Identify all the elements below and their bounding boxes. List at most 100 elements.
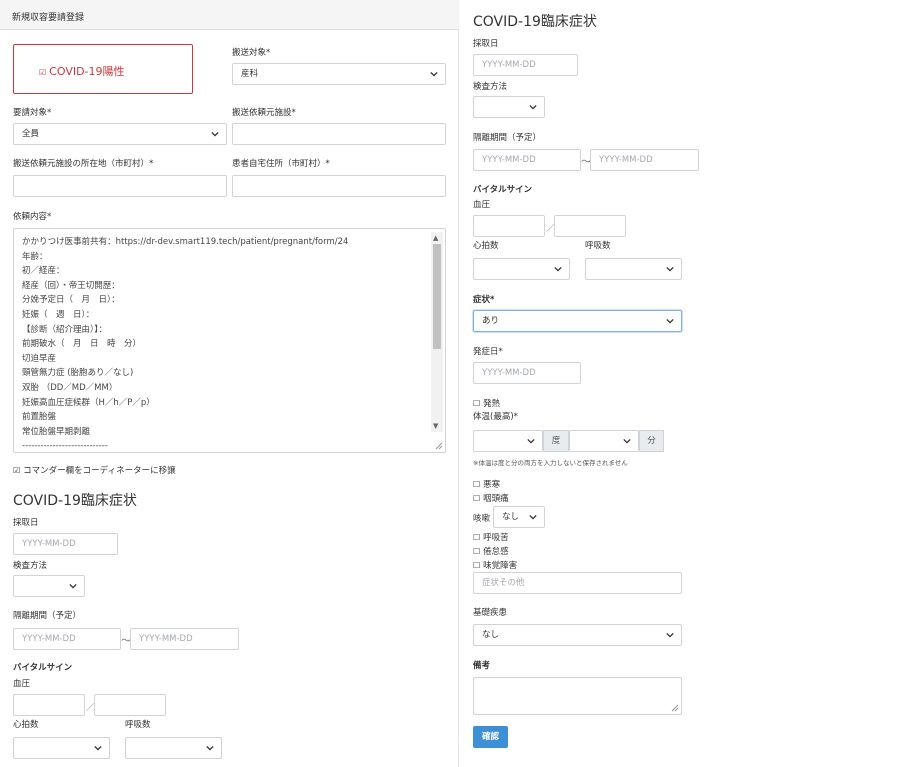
- confirm-button[interactable]: 確認: [473, 726, 508, 748]
- request-content-line: 初／経産：: [22, 266, 65, 277]
- throat-pain-label: 咽頭痛: [483, 494, 509, 504]
- chevron-down-icon: [94, 745, 102, 751]
- chevron-down-icon: [623, 438, 631, 444]
- origin-facility-label: 搬送依頼元施設*: [232, 108, 296, 118]
- taste-disorder-checkbox[interactable]: ☐ 味覚障害: [473, 559, 517, 571]
- checkbox-checked-icon: ☑: [39, 68, 47, 77]
- scroll-up-icon[interactable]: ▲: [433, 234, 438, 242]
- blood-pressure-label-right: 血圧: [473, 200, 491, 210]
- commander-move-checkbox[interactable]: ☑ コマンダー欄をコーディネーターに移譲: [13, 464, 176, 476]
- collection-date-input[interactable]: YYYY-MM-DD: [13, 533, 118, 555]
- cough-select[interactable]: なし: [493, 506, 545, 528]
- symptoms-label: 症状*: [473, 295, 495, 305]
- temp-minute-select[interactable]: [569, 430, 639, 452]
- resize-handle-icon[interactable]: [669, 702, 679, 712]
- fatigue-checkbox[interactable]: ☐ 倦怠感: [473, 545, 509, 557]
- fatigue-label: 倦怠感: [483, 547, 509, 557]
- isolation-start-input[interactable]: YYYY-MM-DD: [13, 628, 121, 650]
- request-content-line: 常位胎盤早期剥離: [22, 426, 91, 437]
- respiratory-rate-select[interactable]: [125, 737, 222, 759]
- checkbox-unchecked-icon: ☐: [473, 399, 481, 408]
- symptoms-select[interactable]: あり: [473, 310, 682, 332]
- request-content-line: ----------------------------: [22, 441, 108, 452]
- request-content-line: 妊娠（ 週 日）：: [22, 309, 95, 320]
- test-method-select[interactable]: [13, 575, 85, 597]
- scroll-down-icon[interactable]: ▼: [433, 422, 438, 430]
- transport-target-select[interactable]: 産科: [232, 63, 446, 85]
- cough-value: なし: [502, 512, 520, 522]
- request-target-select[interactable]: 全員: [13, 123, 227, 145]
- respiratory-rate-label: 呼吸数: [125, 720, 151, 730]
- underlying-disease-select[interactable]: なし: [473, 624, 682, 646]
- registration-panel: 新規収容要請登録 ☑ COVID-19陽性 搬送対象* 産科 要請対象* 全員 搬…: [0, 0, 459, 767]
- bp-diastolic-input[interactable]: [94, 694, 166, 716]
- isolation-start-input-right[interactable]: YYYY-MM-DD: [473, 149, 581, 171]
- other-symptoms-input[interactable]: 症状その他: [473, 572, 682, 594]
- body-temp-label: 体温(最高)*: [473, 412, 518, 422]
- heart-rate-label-right: 心拍数: [473, 241, 499, 251]
- isolation-period-label: 隔離期間（予定）: [13, 611, 82, 621]
- patient-address-label: 患者自宅住所（市町村）*: [232, 159, 330, 169]
- heart-rate-select-right[interactable]: [473, 258, 570, 280]
- resize-handle-icon[interactable]: [433, 440, 443, 450]
- onset-date-input[interactable]: YYYY-MM-DD: [473, 362, 581, 384]
- chevron-down-icon: [666, 632, 674, 638]
- origin-location-input[interactable]: [13, 175, 227, 197]
- heart-rate-select[interactable]: [13, 737, 110, 759]
- request-content-line: 年齢：: [22, 251, 48, 262]
- request-content-line: かかりつけ医事前共有：https://dr-dev.smart119.tech/…: [22, 237, 349, 247]
- checkbox-unchecked-icon: ☐: [473, 494, 481, 503]
- checkbox-checked-icon: ☑: [13, 466, 21, 475]
- fever-checkbox[interactable]: ☐ 発熱: [473, 397, 500, 409]
- collection-date-label-right: 採取日: [473, 39, 499, 49]
- isolation-end-input[interactable]: YYYY-MM-DD: [130, 628, 239, 650]
- covid-positive-checkbox[interactable]: ☑ COVID-19陽性: [39, 63, 125, 79]
- chevron-down-icon: [527, 438, 535, 444]
- transport-target-value: 産科: [241, 69, 259, 79]
- vitals-label-right: バイタルサイン: [473, 185, 533, 195]
- checkbox-unchecked-icon: ☐: [473, 547, 481, 556]
- scrollbar-thumb[interactable]: [433, 244, 441, 349]
- underlying-disease-label: 基礎疾患: [473, 608, 508, 618]
- request-content-line: 双胎 （DD／MD／MM）: [22, 382, 118, 393]
- panel-header: 新規収容要請登録: [0, 0, 459, 30]
- chevron-down-icon: [554, 266, 562, 272]
- chills-checkbox[interactable]: ☐ 悪寒: [473, 478, 500, 490]
- dyspnea-label: 呼吸苦: [483, 533, 509, 543]
- cough-label: 咳嗽: [473, 514, 491, 524]
- remarks-textarea[interactable]: [473, 677, 682, 715]
- taste-disorder-label: 味覚障害: [483, 561, 518, 571]
- throat-pain-checkbox[interactable]: ☐ 咽頭痛: [473, 492, 509, 504]
- dyspnea-checkbox[interactable]: ☐ 呼吸苦: [473, 531, 509, 543]
- request-target-value: 全員: [22, 129, 40, 139]
- test-method-select-right[interactable]: [473, 96, 545, 118]
- respiratory-rate-select-right[interactable]: [585, 258, 682, 280]
- request-content-line: 妊娠高血圧症候群（H／h／P／p）: [22, 397, 155, 408]
- remarks-label: 備考: [473, 661, 491, 671]
- collection-date-label: 採取日: [13, 518, 39, 528]
- test-method-label: 検査方法: [13, 561, 48, 571]
- vitals-label: バイタルサイン: [13, 663, 73, 673]
- textarea-scrollbar[interactable]: ▲ ▼: [431, 232, 443, 432]
- chills-label: 悪寒: [483, 480, 501, 490]
- patient-address-input[interactable]: [232, 175, 446, 197]
- fever-label: 発熱: [483, 399, 501, 409]
- isolation-end-input-right[interactable]: YYYY-MM-DD: [590, 149, 699, 171]
- collection-date-input-right[interactable]: YYYY-MM-DD: [473, 54, 578, 76]
- checkbox-unchecked-icon: ☐: [473, 561, 481, 570]
- commander-move-label: コマンダー欄をコーディネーターに移譲: [23, 466, 176, 476]
- bp-diastolic-input-right[interactable]: [554, 215, 626, 237]
- chevron-down-icon: [69, 583, 77, 589]
- onset-date-label: 発症日*: [473, 347, 503, 357]
- origin-facility-input[interactable]: [232, 123, 446, 145]
- bp-systolic-input[interactable]: [13, 694, 85, 716]
- bp-systolic-input-right[interactable]: [473, 215, 545, 237]
- request-content-textarea[interactable]: かかりつけ医事前共有：https://dr-dev.smart119.tech/…: [13, 228, 446, 453]
- chevron-down-icon: [206, 745, 214, 751]
- temp-degree-select[interactable]: [473, 430, 543, 452]
- request-content-line: 切迫早産: [22, 353, 57, 364]
- heart-rate-label: 心拍数: [13, 720, 39, 730]
- degree-addon: 度: [543, 430, 569, 452]
- isolation-period-label-right: 隔離期間（予定）: [473, 133, 542, 143]
- request-target-label: 要請対象*: [13, 108, 52, 118]
